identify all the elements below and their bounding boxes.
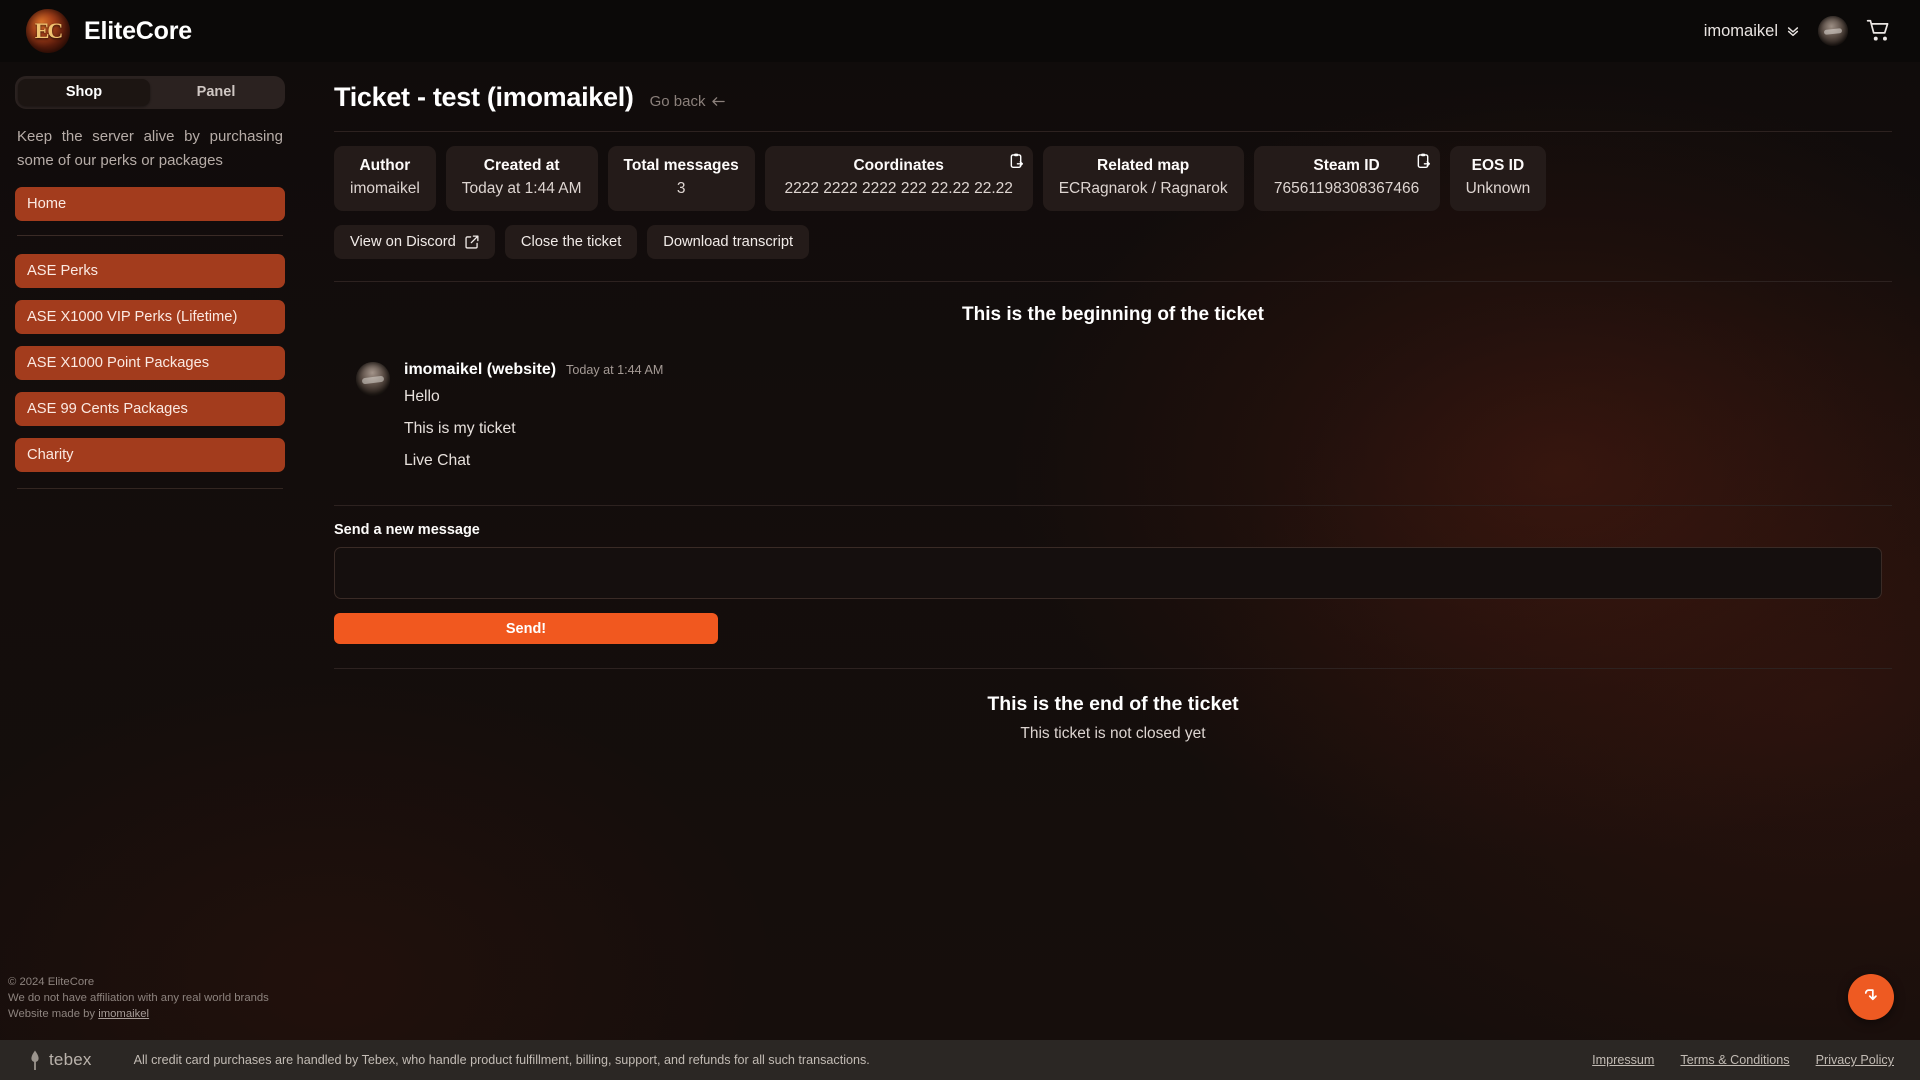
- sidebar-divider: [17, 235, 283, 236]
- page-header: Ticket - test (imomaikel) Go back: [334, 72, 1892, 113]
- info-card-eos-id: EOS ID Unknown: [1449, 146, 1547, 211]
- view-on-discord-label: View on Discord: [350, 234, 456, 250]
- scroll-to-bottom-button[interactable]: [1848, 974, 1894, 1020]
- copy-to-clipboard-icon[interactable]: [1009, 153, 1024, 169]
- header-divider: [334, 131, 1892, 132]
- go-back-label: Go back: [649, 93, 706, 110]
- message-header: imomaikel (website) Today at 1:44 AM: [404, 361, 663, 379]
- message-avatar: [356, 362, 390, 396]
- ticket-beginning-label: This is the beginning of the ticket: [962, 304, 1264, 325]
- site-footer: © 2024 EliteCore We do not have affiliat…: [8, 974, 269, 1022]
- tebex-brand: tebex: [0, 1049, 92, 1071]
- info-card-value: 76561198308367466: [1273, 180, 1420, 197]
- sidebar-tabs: Shop Panel: [15, 76, 285, 109]
- message-timestamp: Today at 1:44 AM: [566, 363, 664, 377]
- message-item: imomaikel (website) Today at 1:44 AM Hel…: [334, 360, 1892, 475]
- copy-to-clipboard-icon[interactable]: [1416, 153, 1431, 169]
- tebex-footer-bar: tebex All credit card purchases are hand…: [0, 1040, 1920, 1080]
- message-line: Hello: [404, 388, 440, 405]
- info-card-created-at: Created at Today at 1:44 AM: [445, 146, 598, 211]
- tebex-logo-icon: [31, 1050, 39, 1070]
- info-card-value: imomaikel: [350, 180, 420, 197]
- info-card-label: Created at: [483, 157, 560, 174]
- tebex-links: Impressum Terms & Conditions Privacy Pol…: [1592, 1053, 1920, 1067]
- sidebar-item-home[interactable]: Home: [15, 187, 285, 221]
- info-card-value: Today at 1:44 AM: [461, 180, 582, 197]
- info-card-related-map: Related map ECRagnarok / Ragnarok: [1042, 146, 1244, 211]
- ticket-end-label: This is the end of the ticket: [987, 693, 1239, 715]
- brand-name: EliteCore: [84, 16, 192, 45]
- info-card-value: 3: [676, 180, 686, 197]
- sidebar-categories: ASE Perks ASE X1000 VIP Perks (Lifetime)…: [15, 254, 285, 472]
- close-ticket-button[interactable]: Close the ticket: [504, 225, 638, 259]
- page-title: Ticket - test (imomaikel): [334, 82, 634, 112]
- app-root: EC EliteCore imomaikel Shop Panel Keep t…: [0, 0, 1920, 1080]
- user-menu-label: imomaikel: [1703, 21, 1778, 40]
- sidebar-blurb: Keep the server alive by purchasing some…: [17, 128, 283, 169]
- info-card-label: Steam ID: [1313, 157, 1380, 174]
- info-card-steam-id: Steam ID 76561198308367466: [1253, 146, 1440, 211]
- message-body: imomaikel (website) Today at 1:44 AM Hel…: [404, 360, 663, 475]
- compose-label: Send a new message: [334, 522, 480, 538]
- tab-panel[interactable]: Panel: [150, 79, 282, 106]
- link-terms-and-conditions[interactable]: Terms & Conditions: [1680, 1053, 1789, 1067]
- arrow-left-icon: [712, 97, 726, 106]
- chevron-down-icon: [1787, 27, 1799, 37]
- sidebar-item-ase-x1000-vip-perks[interactable]: ASE X1000 VIP Perks (Lifetime): [15, 300, 285, 334]
- avatar[interactable]: [1818, 16, 1848, 46]
- info-card-value: Unknown: [1465, 180, 1531, 197]
- user-menu-button[interactable]: imomaikel: [1704, 22, 1800, 41]
- footer-credit-prefix: Website made by: [8, 1008, 99, 1020]
- topbar-right: imomaikel: [1704, 16, 1920, 46]
- link-impressum[interactable]: Impressum: [1592, 1053, 1654, 1067]
- brand[interactable]: EC EliteCore: [0, 9, 192, 53]
- info-card-coordinates: Coordinates 2222 2222 2222 222 22.22 22.…: [764, 146, 1033, 211]
- main-content: Ticket - test (imomaikel) Go back Author…: [300, 62, 1920, 1080]
- ticket-end-divider: [334, 668, 1892, 669]
- sidebar-item-ase-perks[interactable]: ASE Perks: [15, 254, 285, 288]
- external-link-icon: [465, 235, 479, 249]
- info-card-label: Related map: [1097, 157, 1190, 174]
- ticket-end-status: This ticket is not closed yet: [1020, 725, 1206, 742]
- logo-monogram: EC: [34, 18, 64, 43]
- sidebar-item-ase-99-cents-packages[interactable]: ASE 99 Cents Packages: [15, 392, 285, 426]
- info-card-label: Author: [359, 157, 411, 174]
- info-card-label: Coordinates: [853, 157, 944, 174]
- info-card-label: Total messages: [623, 157, 739, 174]
- ticket-top-divider: [334, 281, 1892, 282]
- info-card-value: 2222 2222 2222 222 22.22 22.22: [784, 180, 1013, 197]
- tebex-notice: All credit card purchases are handled by…: [133, 1053, 870, 1067]
- footer-credit: Website made by imomaikel: [8, 1006, 269, 1022]
- send-button[interactable]: Send!: [334, 613, 718, 644]
- go-back-button[interactable]: Go back: [650, 93, 727, 110]
- sidebar-bottom-divider: [17, 488, 283, 489]
- sidebar-item-charity[interactable]: Charity: [15, 438, 285, 472]
- message-line: This is my ticket: [404, 420, 516, 437]
- top-navbar: EC EliteCore imomaikel: [0, 0, 1920, 62]
- footer-credit-link[interactable]: imomaikel: [98, 1008, 149, 1020]
- link-privacy-policy[interactable]: Privacy Policy: [1816, 1053, 1894, 1067]
- ticket-action-buttons: View on Discord Close the ticket Downloa…: [334, 225, 1892, 259]
- info-card-label: EOS ID: [1471, 157, 1525, 174]
- message-divider: [334, 505, 1892, 506]
- message-input[interactable]: [334, 547, 1882, 599]
- info-card-value: ECRagnarok / Ragnarok: [1058, 180, 1228, 197]
- footer-copyright: © 2024 EliteCore: [8, 976, 95, 988]
- tab-shop[interactable]: Shop: [18, 79, 150, 106]
- message-line: Live Chat: [404, 452, 471, 469]
- elitecore-logo-icon: EC: [26, 9, 70, 53]
- download-transcript-button[interactable]: Download transcript: [647, 225, 810, 259]
- arrow-down-icon: [1864, 989, 1877, 1001]
- view-on-discord-button[interactable]: View on Discord: [334, 225, 495, 259]
- info-card-total-messages: Total messages 3: [607, 146, 755, 211]
- sidebar-item-ase-x1000-point-packages[interactable]: ASE X1000 Point Packages: [15, 346, 285, 380]
- message-author: imomaikel (website): [404, 361, 557, 378]
- tebex-wordmark: tebex: [49, 1050, 92, 1069]
- info-card-author: Author imomaikel: [334, 146, 436, 211]
- sidebar: Shop Panel Keep the server alive by purc…: [0, 62, 300, 1080]
- message-list: imomaikel (website) Today at 1:44 AM Hel…: [334, 360, 1892, 475]
- shopping-cart-icon[interactable]: [1866, 18, 1892, 44]
- footer-disclaimer: We do not have affiliation with any real…: [8, 992, 269, 1004]
- ticket-info-cards: Author imomaikel Created at Today at 1:4…: [334, 146, 1892, 211]
